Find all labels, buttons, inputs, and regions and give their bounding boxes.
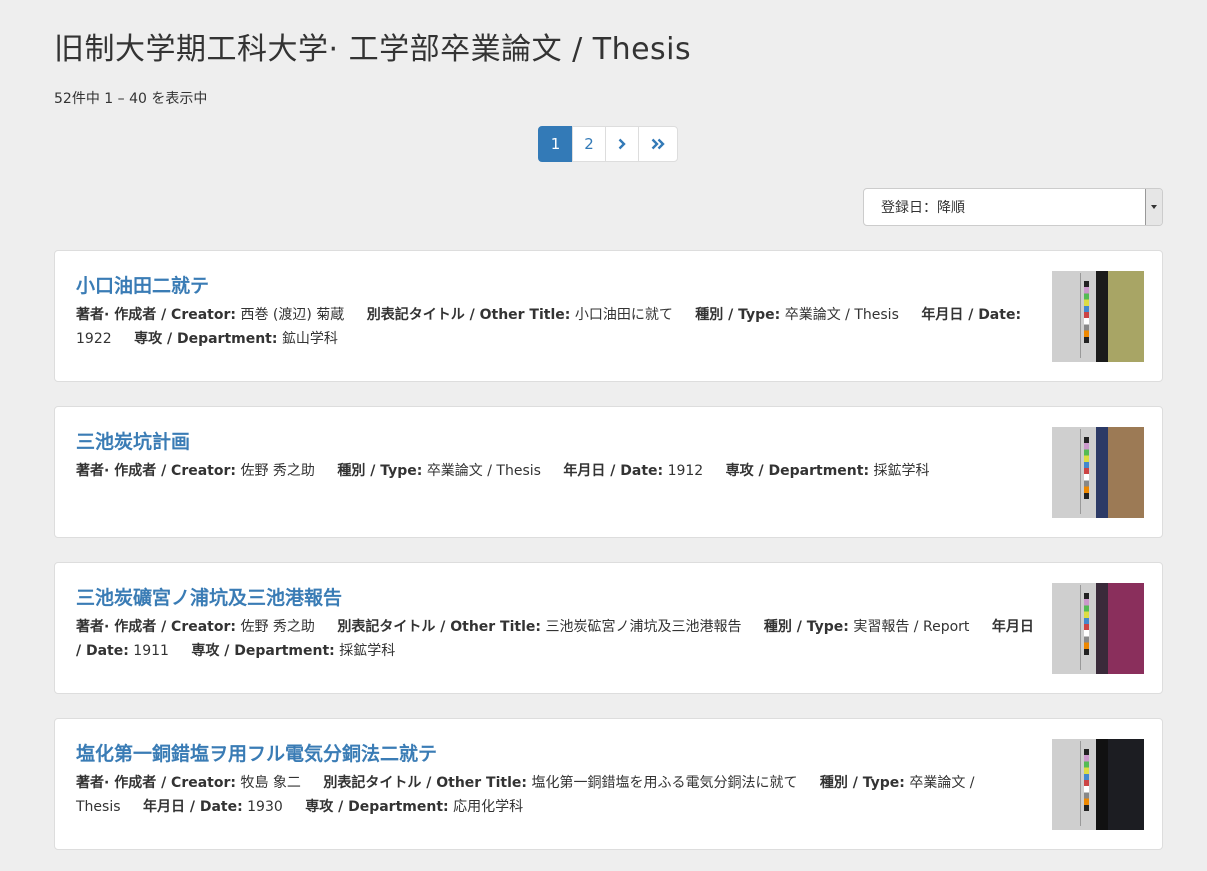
sort-select[interactable]: 登録日：降順 [863,188,1163,226]
date-label: 年月日 / Date: [142,799,243,815]
chevron-right-icon [617,138,627,150]
other-title-label: 別表記タイトル / Other Title: [323,775,527,791]
other-title-value: 三池炭砿宮ノ浦坑及三池港報告 [545,619,742,635]
item-metadata: 著者· 作成者 / Creator: 佐野 秀之助 種別 / Type: 卒業論… [76,459,1036,483]
department-label: 専攻 / Department: [134,331,278,347]
creator-value: 佐野 秀之助 [240,463,315,479]
item-thumbnail[interactable] [1052,739,1144,830]
date-value: 1911 [133,643,169,659]
item-metadata: 著者· 作成者 / Creator: 佐野 秀之助 別表記タイトル / Othe… [76,615,1036,663]
next-page-button[interactable] [605,126,639,162]
department-label: 専攻 / Department: [305,799,449,815]
item-metadata: 著者· 作成者 / Creator: 西巻 (渡辺) 菊蔵 別表記タイトル / … [76,303,1036,351]
creator-value: 牧島 象二 [240,775,301,791]
item-title-link[interactable]: 小口油田二就テ [76,271,209,298]
creator-value: 西巻 (渡辺) 菊蔵 [240,307,345,323]
department-value: 応用化学科 [453,799,524,815]
creator-label: 著者· 作成者 / Creator: [76,775,236,791]
page-button-1[interactable]: 1 [538,126,573,162]
page-title: 旧制大学期工科大学· 工学部卒業論文 / Thesis [54,32,692,67]
creator-value: 佐野 秀之助 [240,619,315,635]
creator-label: 著者· 作成者 / Creator: [76,307,236,323]
list-item: 塩化第一銅錯塩ヲ用フル電気分銅法二就テ 著者· 作成者 / Creator: 牧… [54,718,1163,850]
type-value: 実習報告 / Report [853,619,970,635]
item-metadata: 著者· 作成者 / Creator: 牧島 象二 別表記タイトル / Other… [76,771,1036,819]
date-value: 1922 [76,331,112,347]
date-label: 年月日 / Date: [563,463,664,479]
last-page-button[interactable] [638,126,678,162]
creator-label: 著者· 作成者 / Creator: [76,463,236,479]
sort-selected-value: 登録日：降順 [881,200,965,216]
department-value: 鉱山学科 [281,331,338,347]
double-chevron-right-icon [651,138,665,150]
item-thumbnail[interactable] [1052,583,1144,674]
type-label: 種別 / Type: [337,463,423,479]
item-title-link[interactable]: 三池炭坑計画 [76,427,190,454]
date-label: 年月日 / Date: [921,307,1022,323]
pagination: 1 2 [538,126,678,162]
other-title-label: 別表記タイトル / Other Title: [337,619,541,635]
type-label: 種別 / Type: [695,307,781,323]
other-title-value: 塩化第一銅錯塩を用ふる電気分銅法に就て [531,775,798,791]
type-value: 卒業論文 / Thesis [426,463,541,479]
department-label: 専攻 / Department: [725,463,870,479]
creator-label: 著者· 作成者 / Creator: [76,619,236,635]
result-count: 52件中 1 – 40 を表示中 [54,91,208,107]
department-value: 採鉱学科 [873,463,930,479]
date-value: 1930 [247,799,283,815]
item-thumbnail[interactable] [1052,427,1144,518]
list-item: 三池炭礦宮ノ浦坑及三池港報告 著者· 作成者 / Creator: 佐野 秀之助… [54,562,1163,694]
department-value: 採鉱学科 [339,643,396,659]
list-item: 三池炭坑計画 著者· 作成者 / Creator: 佐野 秀之助 種別 / Ty… [54,406,1163,538]
item-title-link[interactable]: 塩化第一銅錯塩ヲ用フル電気分銅法二就テ [76,739,437,766]
type-label: 種別 / Type: [763,619,849,635]
date-value: 1912 [667,463,704,479]
other-title-label: 別表記タイトル / Other Title: [366,307,571,323]
item-title-link[interactable]: 三池炭礦宮ノ浦坑及三池港報告 [76,583,342,610]
item-thumbnail[interactable] [1052,271,1144,362]
department-label: 専攻 / Department: [191,643,335,659]
page-button-2[interactable]: 2 [572,126,606,162]
other-title-value: 小口油田に就て [574,307,673,323]
dropdown-arrow-icon[interactable] [1145,189,1162,225]
list-item: 小口油田二就テ 著者· 作成者 / Creator: 西巻 (渡辺) 菊蔵 別表… [54,250,1163,382]
type-value: 卒業論文 / Thesis [784,307,899,323]
type-label: 種別 / Type: [819,775,905,791]
